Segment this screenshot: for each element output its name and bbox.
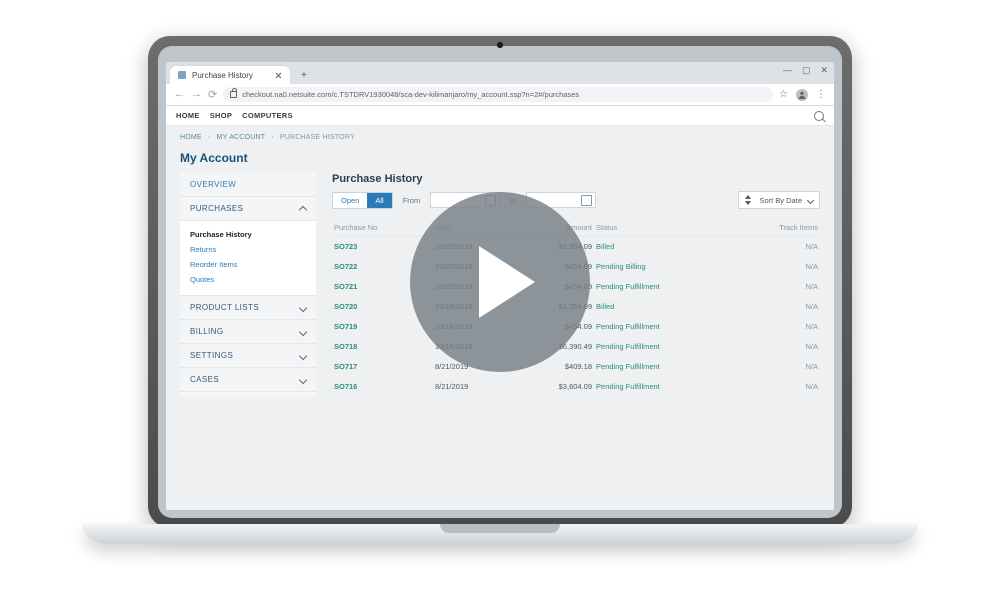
close-tab-icon[interactable] bbox=[275, 72, 282, 79]
sidebar-item-label: OVERVIEW bbox=[190, 180, 236, 189]
sidebar-item-product-lists[interactable]: PRODUCT LISTS bbox=[180, 296, 316, 320]
address-bar[interactable]: checkout.na0.netsuite.com/c.TSTDRV193004… bbox=[223, 87, 773, 102]
laptop-notch bbox=[440, 524, 560, 533]
from-label: From bbox=[403, 196, 421, 205]
tab-title: Purchase History bbox=[192, 71, 253, 80]
url-text: checkout.na0.netsuite.com/c.TSTDRV193004… bbox=[242, 90, 579, 99]
cell-status: Pending Fulfillment bbox=[594, 317, 732, 337]
sidebar-item-purchases[interactable]: PURCHASES bbox=[180, 197, 316, 221]
cell-track: N/A bbox=[732, 237, 820, 257]
nav-item-home[interactable]: HOME bbox=[176, 111, 200, 120]
chevron-down-icon bbox=[299, 327, 307, 335]
cell-status: Pending Fulfillment bbox=[594, 357, 732, 377]
nav-reload-icon[interactable]: ⟳ bbox=[208, 88, 217, 101]
window-maximize-icon[interactable]: ▢ bbox=[802, 65, 811, 76]
cell-status: Pending Fulfillment bbox=[594, 377, 732, 397]
profile-avatar-icon[interactable] bbox=[796, 89, 808, 101]
chevron-up-icon bbox=[299, 206, 307, 214]
nav-item-shop[interactable]: SHOP bbox=[210, 111, 232, 120]
page-title: My Account bbox=[166, 145, 834, 173]
sidebar-item-label: PURCHASES bbox=[190, 204, 243, 213]
cell-status: Pending Billing bbox=[594, 257, 732, 277]
nav-back-icon[interactable]: ← bbox=[174, 88, 185, 101]
new-tab-button[interactable]: + bbox=[296, 68, 312, 84]
crumb-current: PURCHASE HISTORY bbox=[280, 134, 355, 141]
cell-track: N/A bbox=[732, 297, 820, 317]
chevron-down-icon bbox=[299, 303, 307, 311]
window-minimize-icon[interactable]: — bbox=[783, 65, 792, 76]
cell-purchase-no[interactable]: SO716 bbox=[332, 377, 433, 397]
sidebar-item-label: PRODUCT LISTS bbox=[190, 303, 259, 312]
site-navbar: HOME SHOP COMPUTERS bbox=[166, 106, 834, 126]
cell-purchase-no[interactable]: SO717 bbox=[332, 357, 433, 377]
col-status[interactable]: Status bbox=[594, 219, 732, 237]
col-track[interactable]: Track Items bbox=[732, 219, 820, 237]
col-purchase-no[interactable]: Purchase No. bbox=[332, 219, 433, 237]
sidebar-item-overview[interactable]: OVERVIEW bbox=[180, 173, 316, 197]
cell-track: N/A bbox=[732, 357, 820, 377]
browser-menu-icon[interactable]: ⋮ bbox=[816, 89, 826, 100]
table-row[interactable]: SO71810/15/2019$6,390.49Pending Fulfillm… bbox=[332, 337, 820, 357]
chevron-down-icon bbox=[299, 351, 307, 359]
nav-forward-icon[interactable]: → bbox=[191, 88, 202, 101]
window-close-icon[interactable]: ✕ bbox=[820, 65, 828, 76]
browser-tab[interactable]: Purchase History bbox=[170, 66, 290, 84]
sidebar-item-cases[interactable]: CASES bbox=[180, 368, 316, 392]
sidebar-sub-quotes[interactable]: Quotes bbox=[190, 272, 306, 287]
cell-track: N/A bbox=[732, 377, 820, 397]
browser-tabstrip: Purchase History + — ▢ ✕ bbox=[166, 62, 834, 84]
main-heading: Purchase History bbox=[332, 173, 820, 185]
cell-track: N/A bbox=[732, 337, 820, 357]
cell-track: N/A bbox=[732, 317, 820, 337]
sort-label: Sort By Date bbox=[759, 196, 802, 205]
cell-status: Pending Fulfillment bbox=[594, 277, 732, 297]
crumb-account[interactable]: MY ACCOUNT bbox=[217, 134, 265, 141]
table-row[interactable]: SO7178/21/2019$409.18Pending Fulfillment… bbox=[332, 357, 820, 377]
cell-status: Billed bbox=[594, 237, 732, 257]
sidebar-item-label: BILLING bbox=[190, 327, 223, 336]
cell-purchase-no[interactable]: SO718 bbox=[332, 337, 433, 357]
cell-date: 8/21/2019 bbox=[433, 377, 518, 397]
cell-status: Billed bbox=[594, 297, 732, 317]
cell-track: N/A bbox=[732, 257, 820, 277]
sidebar-sub-returns[interactable]: Returns bbox=[190, 242, 306, 257]
sidebar-item-settings[interactable]: SETTINGS bbox=[180, 344, 316, 368]
play-button-overlay[interactable] bbox=[410, 192, 590, 372]
chevron-down-icon bbox=[807, 196, 814, 203]
search-icon[interactable] bbox=[814, 111, 824, 121]
breadcrumb: HOME › MY ACCOUNT › PURCHASE HISTORY bbox=[166, 126, 834, 145]
filter-open-button[interactable]: Open bbox=[333, 193, 367, 208]
sidebar-sub-purchase-history[interactable]: Purchase History bbox=[190, 227, 306, 242]
sidebar-item-label: SETTINGS bbox=[190, 351, 233, 360]
account-sidebar: OVERVIEW PURCHASES Purchase History Retu… bbox=[180, 173, 316, 397]
cell-track: N/A bbox=[732, 277, 820, 297]
cell-status: Pending Fulfillment bbox=[594, 337, 732, 357]
lock-icon bbox=[230, 91, 237, 98]
sort-dropdown[interactable]: Sort By Date bbox=[738, 191, 820, 209]
star-icon[interactable]: ☆ bbox=[779, 89, 788, 100]
table-row[interactable]: SO7168/21/2019$3,604.09Pending Fulfillme… bbox=[332, 377, 820, 397]
crumb-home[interactable]: HOME bbox=[180, 134, 202, 141]
cell-amount: $3,604.09 bbox=[518, 377, 594, 397]
nav-item-computers[interactable]: COMPUTERS bbox=[242, 111, 293, 120]
filter-all-button[interactable]: All bbox=[367, 193, 391, 208]
sort-arrows-icon bbox=[745, 195, 753, 205]
filter-toggle: Open All bbox=[332, 192, 393, 209]
sidebar-item-billing[interactable]: BILLING bbox=[180, 320, 316, 344]
chevron-down-icon bbox=[299, 375, 307, 383]
sidebar-sub-reorder[interactable]: Reorder Items bbox=[190, 257, 306, 272]
sidebar-item-label: CASES bbox=[190, 375, 219, 384]
laptop-camera bbox=[497, 42, 503, 48]
tab-favicon bbox=[178, 71, 186, 79]
browser-toolbar: ← → ⟳ checkout.na0.netsuite.com/c.TSTDRV… bbox=[166, 84, 834, 106]
